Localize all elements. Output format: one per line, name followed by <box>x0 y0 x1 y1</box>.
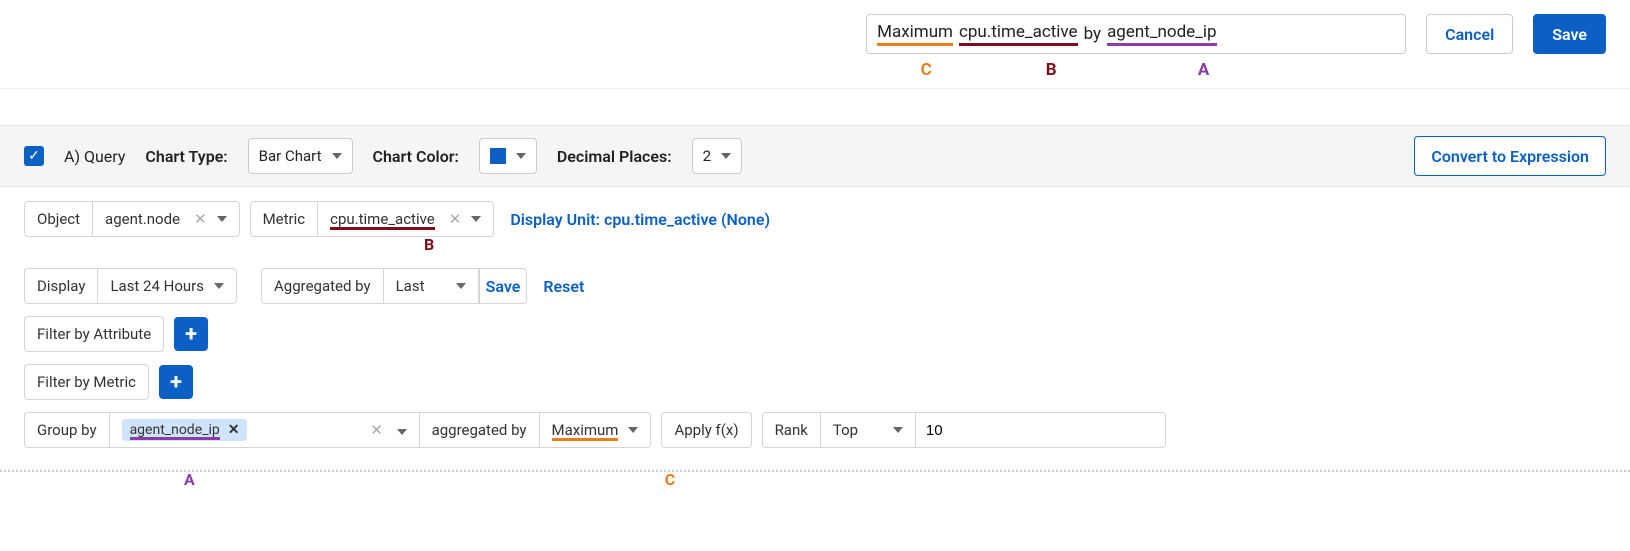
anno-b: B <box>976 60 1126 80</box>
close-icon[interactable]: ✕ <box>194 210 207 228</box>
aggregated-by-selector: Aggregated by Last Save <box>261 268 527 304</box>
filter-by-attribute-label: Filter by Attribute <box>24 316 164 352</box>
chevron-down-icon <box>516 153 526 159</box>
title-seg-b: cpu.time_active <box>959 22 1078 46</box>
metric-value: cpu.time_active <box>330 210 435 228</box>
divider <box>0 88 1630 89</box>
display-label: Display <box>24 268 98 304</box>
chart-color-select[interactable] <box>479 138 537 174</box>
display-range-selector: Display Last 24 Hours <box>24 268 237 304</box>
anno-c: C <box>876 60 976 80</box>
convert-to-expression-button[interactable]: Convert to Expression <box>1414 136 1606 176</box>
object-value: agent.node <box>105 210 180 228</box>
group-by-chip: agent_node_ip ✕ <box>122 419 248 441</box>
add-attribute-filter-button[interactable]: + <box>174 317 208 351</box>
group-by-label: Group by <box>24 412 110 448</box>
chevron-down-icon <box>332 153 342 159</box>
grp-aggregated-by-select[interactable]: Maximum <box>540 412 652 448</box>
query-enabled-checkbox[interactable]: ✓ <box>24 146 44 166</box>
agg-save-button[interactable]: Save <box>479 268 528 304</box>
chip-remove-icon[interactable]: ✕ <box>228 422 240 438</box>
apply-fx-button[interactable]: Apply f(x) <box>661 412 751 448</box>
save-button[interactable]: Save <box>1533 14 1606 54</box>
aggregated-by-value-select[interactable]: Last <box>384 268 479 304</box>
aggregated-by-value: Last <box>396 277 446 295</box>
object-label: Object <box>24 201 93 237</box>
decimal-places-label: Decimal Places: <box>557 147 672 166</box>
chevron-down-icon <box>471 216 481 222</box>
metric-selector: Metric cpu.time_active ✕ <box>250 201 495 237</box>
grp-aggregated-by-label: aggregated by <box>420 412 540 448</box>
display-value-select[interactable]: Last 24 Hours <box>98 268 237 304</box>
anno-a: A <box>1126 60 1281 80</box>
chevron-down-icon <box>397 429 407 435</box>
close-icon[interactable]: ✕ <box>370 421 383 439</box>
color-swatch <box>490 148 506 164</box>
chart-color-label: Chart Color: <box>373 147 459 166</box>
chevron-down-icon <box>628 427 638 433</box>
title-word-by: by <box>1084 24 1102 44</box>
chevron-down-icon <box>893 427 903 433</box>
chevron-down-icon <box>217 216 227 222</box>
decimal-places-select[interactable]: 2 <box>692 138 742 174</box>
chart-title-input[interactable]: Maximum cpu.time_active by agent_node_ip <box>866 14 1406 54</box>
rank-label: Rank <box>762 412 821 448</box>
display-unit-link[interactable]: Display Unit: cpu.time_active (None) <box>504 210 776 229</box>
decimal-places-value: 2 <box>703 147 711 165</box>
display-value: Last 24 Hours <box>110 277 204 295</box>
metric-label: Metric <box>250 201 319 237</box>
anno-c-below: C <box>665 470 675 489</box>
chart-type-select[interactable]: Bar Chart <box>248 138 353 174</box>
anno-a-below: A <box>184 470 195 489</box>
chevron-down-icon <box>721 153 731 159</box>
object-value-select[interactable]: agent.node ✕ <box>93 201 240 237</box>
rank-direction-value: Top <box>833 421 883 439</box>
title-annotations: C B A <box>866 60 1406 80</box>
close-icon[interactable]: ✕ <box>449 210 462 228</box>
query-header: ✓ A) Query Chart Type: Bar Chart Chart C… <box>0 125 1630 187</box>
title-seg-a: agent_node_ip <box>1107 22 1216 46</box>
aggregated-by-label: Aggregated by <box>261 268 384 304</box>
group-by-value-select[interactable]: agent_node_ip ✕ ✕ <box>110 412 420 448</box>
chevron-down-icon <box>214 283 224 289</box>
group-by-chip-text: agent_node_ip <box>130 422 220 438</box>
object-selector: Object agent.node ✕ <box>24 201 240 237</box>
filter-by-metric-label: Filter by Metric <box>24 364 149 400</box>
rank-selector: Rank Top <box>762 412 1166 448</box>
rank-n-input[interactable] <box>916 412 1166 448</box>
chart-type-label: Chart Type: <box>145 147 227 166</box>
cancel-button[interactable]: Cancel <box>1426 14 1513 54</box>
dotted-divider <box>0 470 1630 472</box>
query-label: A) Query <box>64 147 125 166</box>
reset-link[interactable]: Reset <box>537 277 590 296</box>
metric-value-select[interactable]: cpu.time_active ✕ <box>318 201 494 237</box>
grp-aggregated-by-value: Maximum <box>552 421 619 439</box>
add-metric-filter-button[interactable]: + <box>159 365 193 399</box>
anno-b-below: B <box>424 235 434 254</box>
group-by-selector: Group by agent_node_ip ✕ ✕ aggregated by… <box>24 412 651 448</box>
chevron-down-icon <box>456 283 466 289</box>
title-seg-c: Maximum <box>877 22 953 46</box>
rank-direction-select[interactable]: Top <box>821 412 916 448</box>
chart-type-value: Bar Chart <box>259 147 322 165</box>
